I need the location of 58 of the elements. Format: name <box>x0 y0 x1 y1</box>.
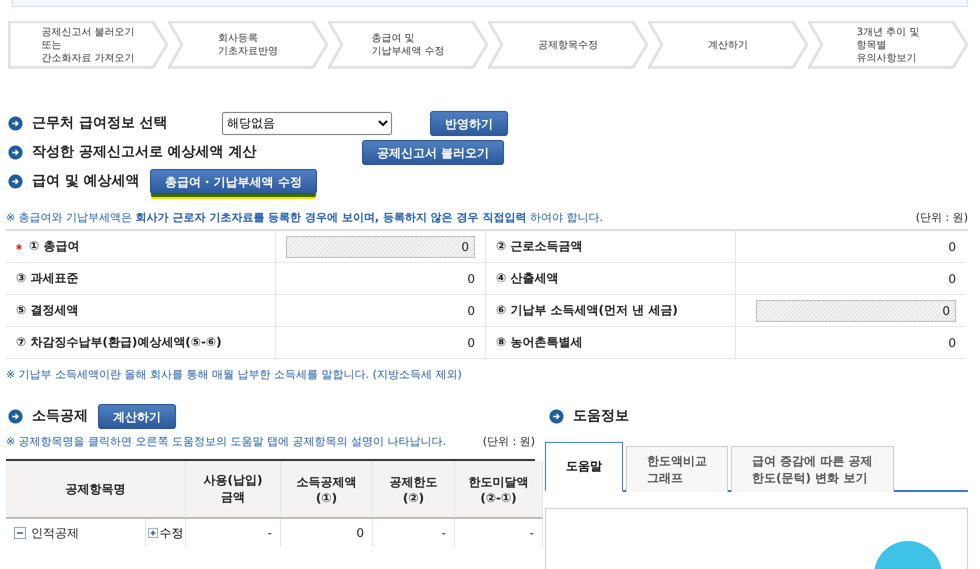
column-header: 한도미달액 (②-①) <box>455 461 543 519</box>
amount-value: 0 <box>467 336 475 350</box>
step-label: 공제신고서 불러오기 또는 간소화자료 가져오기 <box>41 26 135 64</box>
info-note: ※ 공제항목명을 클릭하면 오른쪽 도움정보의 도움말 탭에 공제항목의 설명이 나타납니다. <box>6 434 446 449</box>
required-icon <box>16 244 22 250</box>
amount-value: 0 <box>948 240 956 254</box>
table-cell: - <box>268 526 272 540</box>
column-header: 사용(납입) 금액 <box>186 461 281 519</box>
calculate-button[interactable]: 계산하기 <box>98 404 176 428</box>
amount-value: 0 <box>948 336 956 350</box>
plus-icon <box>148 528 158 538</box>
help-tab[interactable]: 한도액비교 그래프 <box>626 446 728 492</box>
field-label: ⑦ 차감징수납부(환급)예상세액(⑤-⑥) <box>16 334 222 351</box>
arrow-bullet-icon <box>8 144 23 160</box>
action-button[interactable]: 공제신고서 불러오기 <box>362 140 504 165</box>
amount-value: 0 <box>948 272 956 286</box>
amount-value: 0 <box>467 304 475 318</box>
section-title: 작성한 공제신고서로 예상세액 계산 <box>32 143 258 162</box>
field-label: ⑧ 농어촌특별세 <box>496 334 582 351</box>
section-title: 도움정보 <box>573 407 629 425</box>
workplace-select[interactable]: 해당없음 <box>222 112 392 135</box>
arrow-bullet-icon <box>8 408 23 424</box>
help-tab[interactable]: 도움말 <box>545 442 623 492</box>
action-button[interactable]: 반영하기 <box>430 110 508 136</box>
amount-value: 0 <box>467 272 475 286</box>
table-cell: - <box>442 526 446 540</box>
step-label: 계산하기 <box>708 38 748 52</box>
edit-button[interactable]: 수정 <box>148 524 184 542</box>
field-label: ⑥ 기납부 소득세액(먼저 낸 세금) <box>496 302 678 319</box>
deduction-name[interactable]: 인적공제 <box>31 524 79 542</box>
column-header: 공제항목명 <box>6 461 186 519</box>
step-label: 공제항목수정 <box>538 38 598 52</box>
help-tab[interactable]: 급여 증감에 따른 공제 한도(문턱) 변화 보기 <box>731 446 894 492</box>
field-label: ② 근로소득금액 <box>496 238 582 255</box>
readonly-field[interactable]: 0 <box>756 300 956 322</box>
field-label: ③ 과세표준 <box>16 270 78 287</box>
step-label: 회사등록 기초자료반영 <box>218 32 278 58</box>
column-header: 공제한도 (②) <box>373 461 455 519</box>
column-header: 소득공제액 (①) <box>281 461 373 519</box>
step-label: 총급여 및 기납부세액 수정 <box>371 32 445 58</box>
unit-label: (단위 : 원) <box>482 434 535 449</box>
field-label: ⑤ 결정세액 <box>16 302 78 319</box>
table-cell: 0 <box>356 526 364 540</box>
section-title: 급여 및 예상세액 <box>32 172 140 190</box>
field-label: ① 총급여 <box>16 238 80 255</box>
arrow-bullet-icon <box>8 174 23 189</box>
field-label: ④ 산출세액 <box>496 270 558 287</box>
footnote: ※ 기납부 소득세액이란 올해 회사를 통해 매월 납부한 소득세를 말합니다. (지방소득세 제외) <box>6 368 462 381</box>
section-title: 근무처 급여정보 선택 <box>32 114 169 132</box>
unit-label: (단위 : 원) <box>916 210 968 225</box>
readonly-field[interactable]: 0 <box>286 236 475 258</box>
arrow-bullet-icon <box>549 408 564 424</box>
collapse-icon[interactable] <box>14 527 26 539</box>
arrow-bullet-icon <box>8 116 23 131</box>
table-cell: - <box>530 526 534 540</box>
info-note: ※ 총급여와 기납부세액은 회사가 근로자 기초자료를 등록한 경우에 보이며, 등록하지 않은 경우 직접입력 하여야 합니다. <box>6 210 603 225</box>
step-label: 3개년 추이 및 항목별 유의사항보기 <box>856 26 920 64</box>
section-title: 소득공제 <box>32 407 88 425</box>
